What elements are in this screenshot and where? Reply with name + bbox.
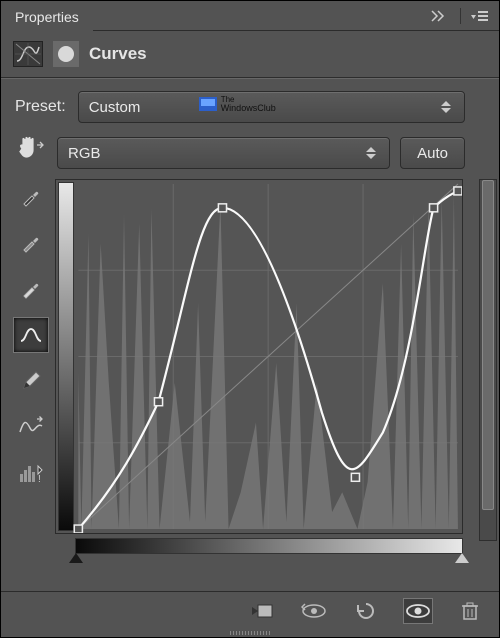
panel-header: Properties [1, 1, 499, 31]
view-previous-icon[interactable] [299, 598, 329, 624]
input-gradient[interactable] [75, 538, 463, 554]
vertical-divider [460, 8, 461, 24]
auto-button[interactable]: Auto [400, 137, 465, 169]
edit-points-tool[interactable] [13, 317, 49, 353]
panel-footer [1, 591, 499, 629]
smooth-curve-tool[interactable] [13, 409, 49, 445]
white-point-slider[interactable] [455, 553, 469, 563]
scrollbar-thumb[interactable] [482, 180, 494, 510]
preset-row: Preset: Custom The WindowsClub [1, 79, 477, 133]
visibility-eye-icon[interactable] [403, 598, 433, 624]
channel-value: RGB [68, 145, 363, 162]
collapse-panel-icon[interactable] [430, 9, 450, 23]
layer-mask-icon[interactable] [53, 41, 79, 67]
svg-text:!: ! [38, 474, 41, 484]
adjustment-title: Curves [89, 44, 147, 64]
channel-dropdown[interactable]: RGB [57, 137, 390, 169]
tool-column: ! [9, 179, 53, 591]
resize-handle[interactable] [1, 629, 499, 637]
panel-tab-properties[interactable]: Properties [1, 3, 93, 31]
curve-area [53, 179, 471, 591]
watermark: The WindowsClub [199, 96, 276, 112]
black-point-slider[interactable] [69, 553, 83, 563]
chevron-updown-icon [438, 101, 454, 113]
preset-dropdown[interactable]: Custom The WindowsClub [78, 91, 465, 123]
draw-pencil-tool[interactable] [13, 363, 49, 399]
adjustment-curves-icon[interactable] [13, 41, 43, 67]
preset-label: Preset: [15, 98, 66, 116]
panel-scrollbar[interactable] [479, 179, 497, 541]
channel-row: RGB Auto [1, 133, 477, 179]
reset-icon[interactable] [351, 598, 381, 624]
trash-delete-icon[interactable] [455, 598, 485, 624]
chevron-updown-icon [363, 147, 379, 159]
input-gradient-row [55, 538, 463, 554]
workspace: ! [1, 179, 477, 591]
eyedropper-gray-tool[interactable] [13, 225, 49, 261]
clip-to-layer-icon[interactable] [247, 598, 277, 624]
hand-finger-icon[interactable] [15, 135, 45, 164]
adjustment-row: Curves [1, 31, 499, 77]
properties-panel: Properties Curves Preset: Custom [0, 0, 500, 638]
eyedropper-black-tool[interactable] [13, 179, 49, 215]
eyedropper-white-tool[interactable] [13, 271, 49, 307]
histogram-options-tool[interactable]: ! [13, 455, 49, 491]
curve-graph[interactable] [55, 179, 463, 534]
panel-menu-icon[interactable] [471, 9, 489, 23]
